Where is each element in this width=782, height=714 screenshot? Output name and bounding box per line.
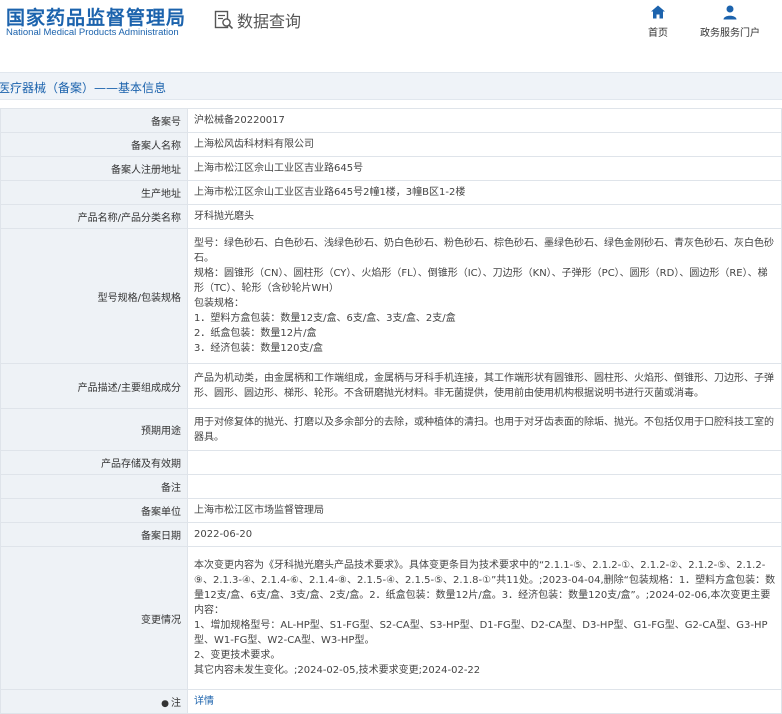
- logo-title-cn[interactable]: 国家药品监督管理局: [6, 3, 186, 30]
- field-value: 上海市松江区佘山工业区吉业路645号2幢1楼，3幢B区1-2楼: [187, 180, 782, 205]
- field-label: 产品存储及有效期: [0, 450, 188, 475]
- home-icon: [651, 5, 665, 19]
- field-value: 上海松风齿科材料有限公司: [187, 132, 782, 157]
- nav-home[interactable]: 首页: [648, 4, 668, 39]
- section-header: 医疗器械（备案）——基本信息: [0, 72, 782, 100]
- table-row: 备案人注册地址 上海市松江区佘山工业区吉业路645号: [0, 156, 782, 181]
- field-value-line: 产品为机动类，由金属柄和工作端组成，金属柄与牙科手机连接，其工作端形状有圆锥形、…: [194, 373, 774, 399]
- logo-title-en[interactable]: National Medical Products Administration: [6, 27, 179, 38]
- field-value-line: 型号：绿色砂石、白色砂石、浅绿色砂石、奶白色砂石、粉色砂石、棕色砂石、墨绿色砂石…: [194, 238, 774, 264]
- data-query-title: 数据查询: [214, 8, 301, 32]
- field-label: 备案号: [0, 108, 188, 133]
- bullet-icon: ●: [161, 699, 169, 709]
- field-value: 用于对修复体的抛光、打磨以及多余部分的去除，或种植体的清扫。也用于对牙齿表面的除…: [187, 408, 782, 451]
- field-value: 上海市松江区佘山工业区吉业路645号: [187, 156, 782, 181]
- field-value-line: 牙科抛光磨头: [194, 211, 254, 222]
- field-label: 预期用途: [0, 408, 188, 451]
- field-value-line: 上海市松江区市场监督管理局: [194, 505, 324, 516]
- field-value: [187, 474, 782, 499]
- field-value-line: 沪松械备20220017: [194, 115, 285, 126]
- field-label: 备案人注册地址: [0, 156, 188, 181]
- section-title: 医疗器械（备案）——基本信息: [0, 81, 167, 95]
- site-header: 国家药品监督管理局 National Medical Products Admi…: [0, 0, 782, 56]
- field-label: 型号规格/包装规格: [0, 228, 188, 364]
- field-value-line: 2、变更技术要求。: [194, 650, 281, 661]
- field-label: 备案人名称: [0, 132, 188, 157]
- field-label: 产品描述/主要组成成分: [0, 363, 188, 409]
- field-value: 本次变更内容为《牙科抛光磨头产品技术要求》。具体变更条目为技术要求中的“2.1.…: [187, 546, 782, 690]
- field-label: 备注: [0, 474, 188, 499]
- user-icon: [723, 5, 737, 20]
- field-value-line: 规格：圆锥形（CN）、圆柱形（CY）、火焰形（FL）、倒锥形（IC）、刀边形（K…: [194, 268, 768, 294]
- field-value-line: 2022-06-20: [194, 529, 253, 540]
- nav-service-portal-label: 政务服务门户: [700, 28, 760, 39]
- field-label: 备案单位: [0, 498, 188, 523]
- info-table: 备案号 沪松械备20220017 备案人名称 上海松风齿科材料有限公司 备案人注册地址上…: [0, 108, 782, 714]
- note-value-cell: 详情: [187, 689, 782, 714]
- field-value: 沪松械备20220017: [187, 108, 782, 133]
- field-value-line: 2．纸盒包装：数量12片/盒: [194, 328, 317, 339]
- field-value: 牙科抛光磨头: [187, 204, 782, 229]
- field-value: [187, 450, 782, 475]
- search-document-icon: [214, 10, 234, 30]
- nav-home-label: 首页: [648, 28, 668, 39]
- field-value-line: 1、增加规格型号：AL-HP型、S1-FG型、S2-CA型、S3-HP型、D1-…: [194, 620, 768, 646]
- field-value: 上海市松江区市场监督管理局: [187, 498, 782, 523]
- table-row: 备案号 沪松械备20220017: [0, 108, 782, 133]
- table-row: 预期用途 用于对修复体的抛光、打磨以及多余部分的去除，或种植体的清扫。也用于对牙齿…: [0, 408, 782, 451]
- table-row: 产品名称/产品分类名称 牙科抛光磨头: [0, 204, 782, 229]
- field-value: 型号：绿色砂石、白色砂石、浅绿色砂石、奶白色砂石、粉色砂石、棕色砂石、墨绿色砂石…: [187, 228, 782, 364]
- data-query-label: 数据查询: [237, 12, 302, 31]
- field-value: 产品为机动类，由金属柄和工作端组成，金属柄与牙科手机连接，其工作端形状有圆锥形、…: [187, 363, 782, 409]
- note-label: 注: [171, 698, 181, 709]
- field-label: 生产地址: [0, 180, 188, 205]
- field-value-line: 包装规格：: [194, 298, 244, 309]
- field-value: 2022-06-20: [187, 522, 782, 547]
- table-row: 备案日期 2022-06-20: [0, 522, 782, 547]
- table-row: 型号规格/包装规格 型号：绿色砂石、白色砂石、浅绿色砂石、奶白色砂石、粉色砂石、棕…: [0, 228, 782, 364]
- field-value-line: 3．经济包装：数量120支/盒: [194, 343, 323, 354]
- field-value-line: 其它内容未发生变化。;2024-02-05,技术要求变更;2024-02-22: [194, 665, 481, 676]
- field-label: 备案日期: [0, 522, 188, 547]
- field-value-line: 上海松风齿科材料有限公司: [194, 139, 314, 150]
- table-row: 备案单位 上海市松江区市场监督管理局: [0, 498, 782, 523]
- table-row-note: ● 注详情: [0, 689, 782, 714]
- nav-service-portal[interactable]: 政务服务门户: [700, 4, 760, 39]
- field-value-line: 本次变更内容为《牙科抛光磨头产品技术要求》。具体变更条目为技术要求中的“2.1.…: [194, 560, 776, 616]
- field-value-line: 上海市松江区佘山工业区吉业路645号2幢1楼，3幢B区1-2楼: [194, 187, 466, 198]
- table-row: 变更情况 本次变更内容为《牙科抛光磨头产品技术要求》。具体变更条目为技术要求中的“…: [0, 546, 782, 690]
- field-value-line: 上海市松江区佘山工业区吉业路645号: [194, 163, 364, 174]
- field-label: 产品名称/产品分类名称: [0, 204, 188, 229]
- table-row: 备案人名称 上海松风齿科材料有限公司: [0, 132, 782, 157]
- field-value-line: 用于对修复体的抛光、打磨以及多余部分的去除，或种植体的清扫。也用于对牙齿表面的除…: [194, 416, 774, 443]
- note-label-cell: ● 注: [0, 689, 188, 714]
- table-row: 产品描述/主要组成成分 产品为机动类，由金属柄和工作端组成，金属柄与牙科手机连接，…: [0, 363, 782, 409]
- table-row: 生产地址 上海市松江区佘山工业区吉业路645号2幢1楼，3幢B区1-2楼: [0, 180, 782, 205]
- table-row: 备注: [0, 474, 782, 499]
- header-spacer: [0, 56, 782, 72]
- field-value-line: 1．塑料方盒包装：数量12支/盒、6支/盒、3支/盒、2支/盒: [194, 313, 456, 324]
- table-row: 产品存储及有效期: [0, 450, 782, 475]
- field-label: 变更情况: [0, 546, 188, 690]
